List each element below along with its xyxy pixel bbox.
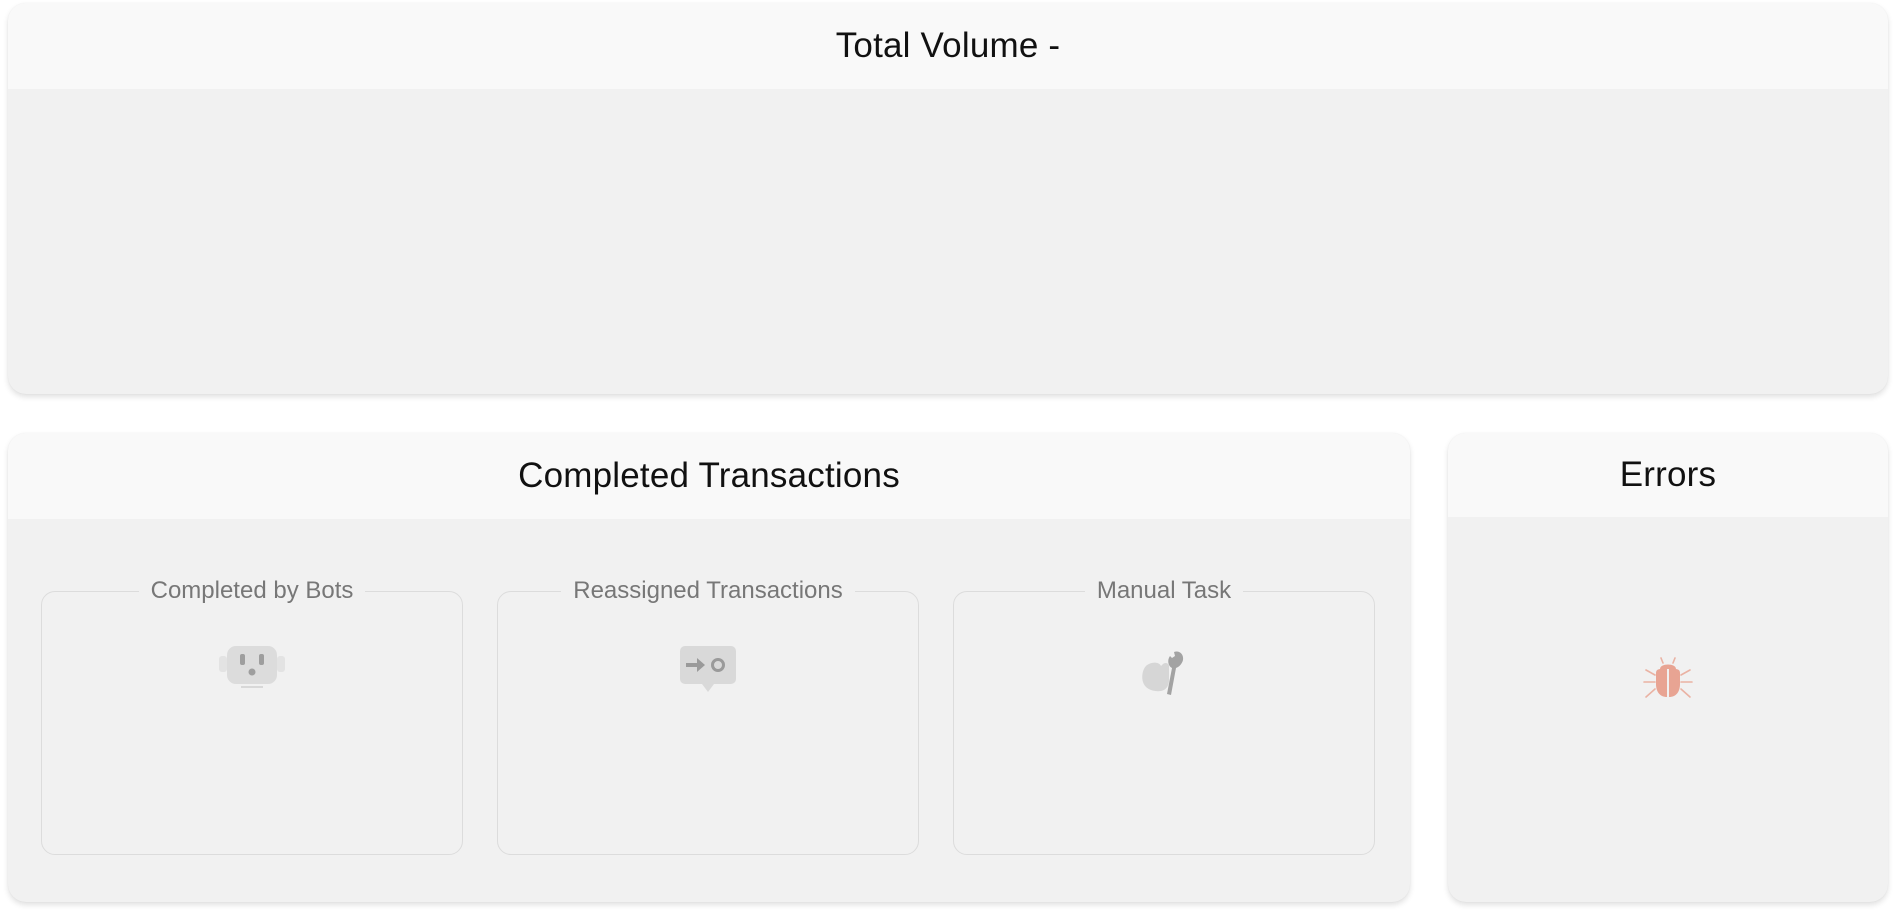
manual-task-panel: Manual Task [953, 577, 1375, 855]
robot-icon [219, 644, 285, 693]
total-volume-title: Total Volume - [835, 26, 1061, 65]
wrench-hand-icon [1139, 644, 1189, 703]
reassigned-transactions-panel: Reassigned Transactions [497, 577, 919, 855]
completed-by-bots-label: Completed by Bots [138, 577, 366, 604]
errors-card: Errors [1448, 433, 1888, 902]
completed-transactions-title: Completed Transactions [518, 456, 900, 495]
reassigned-transactions-label: Reassigned Transactions [561, 577, 855, 604]
completed-by-bots-panel: Completed by Bots [41, 577, 463, 855]
reassign-icon [679, 644, 737, 699]
bug-icon [1642, 657, 1694, 708]
total-volume-card: Total Volume - [8, 3, 1888, 394]
total-volume-header: Total Volume - [8, 3, 1888, 89]
errors-header: Errors [1448, 433, 1888, 517]
completed-transactions-header: Completed Transactions [8, 433, 1410, 519]
errors-title: Errors [1619, 455, 1717, 494]
completed-transactions-card: Completed Transactions Completed by Bots… [8, 433, 1410, 902]
manual-task-label: Manual Task [1084, 577, 1244, 604]
